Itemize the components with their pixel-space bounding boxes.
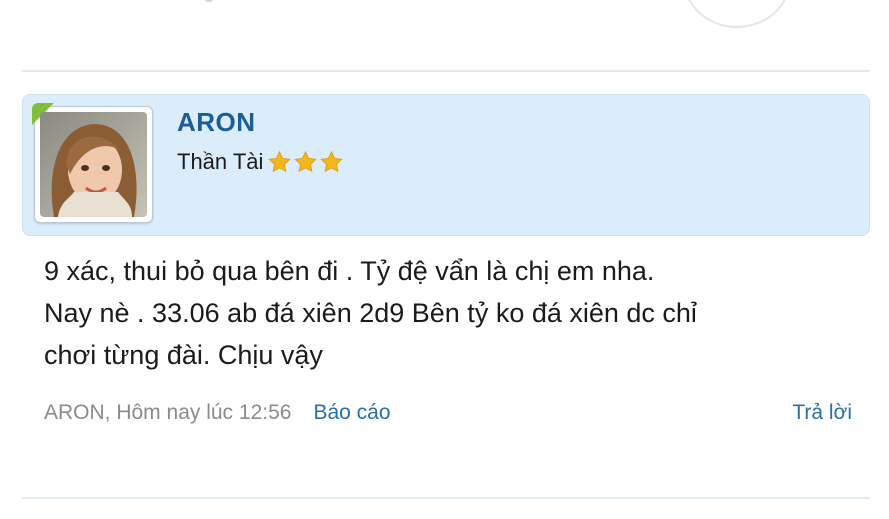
message-line: Nay nè . 33.06 ab đá xiên 2d9 Bên tỷ ko … [44,298,697,328]
top-circle-button[interactable] [683,0,791,28]
forum-post: ARON Thần Tài 9 xác, thui bỏ qua bên đi … [22,94,870,424]
post-message: 9 xác, thui bỏ qua bên đi . Tỷ đệ vẩn là… [44,250,864,376]
star-icon [294,150,318,173]
author-name[interactable]: ARON [177,107,256,138]
divider-top [22,70,870,72]
star-icon [320,150,344,173]
author-bar: ARON Thần Tài [22,94,870,236]
avatar-photo-icon [40,112,147,217]
post-byline[interactable]: ARON, Hôm nay lúc 12:56 [44,401,291,425]
avatar[interactable] [32,103,153,223]
author-rank: Thần Tài [177,149,345,175]
report-link[interactable]: Báo cáo [313,401,390,425]
top-fragment-dot [204,0,214,2]
divider-bottom [22,497,870,499]
message-line: chơi từng đài. Chịu vậy [44,340,323,370]
message-line: 9 xác, thui bỏ qua bên đi . Tỷ đệ vẩn là… [44,256,655,286]
reply-link[interactable]: Trả lời [792,401,852,425]
rank-stars [267,150,345,174]
post-meta: ARON, Hôm nay lúc 12:56 Báo cáo Trả lời [44,401,852,425]
star-icon [268,150,292,173]
author-rank-label: Thần Tài [177,149,264,174]
